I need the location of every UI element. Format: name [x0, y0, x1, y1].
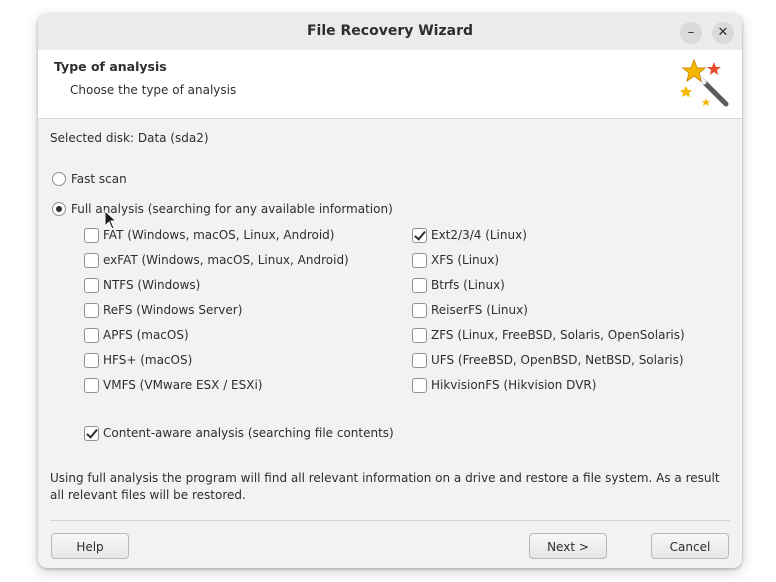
ext234-label[interactable]: Ext2/3/4 (Linux) — [431, 228, 527, 242]
hfsplus-label[interactable]: HFS+ (macOS) — [103, 353, 192, 367]
ufs-checkbox[interactable] — [412, 353, 427, 368]
fast-scan-label[interactable]: Fast scan — [71, 172, 127, 186]
reiserfs-checkbox[interactable] — [412, 303, 427, 318]
fat-checkbox[interactable] — [84, 228, 99, 243]
btrfs-label[interactable]: Btrfs (Linux) — [431, 278, 505, 292]
content-aware-checkbox[interactable] — [84, 426, 99, 441]
btrfs-checkbox[interactable] — [412, 278, 427, 293]
step-title: Type of analysis — [54, 59, 167, 74]
exfat-checkbox[interactable] — [84, 253, 99, 268]
wizard-header: Type of analysis Choose the type of anal… — [38, 50, 742, 119]
ufs-label[interactable]: UFS (FreeBSD, OpenBSD, NetBSD, Solaris) — [431, 353, 684, 367]
file-recovery-wizard-window: File Recovery Wizard – ✕ Type of analysi… — [38, 14, 742, 568]
apfs-checkbox[interactable] — [84, 328, 99, 343]
next-button[interactable]: Next > — [529, 533, 607, 559]
minimize-button[interactable]: – — [680, 22, 702, 44]
apfs-label[interactable]: APFS (macOS) — [103, 328, 189, 342]
full-analysis-label[interactable]: Full analysis (searching for any availab… — [71, 202, 393, 216]
fat-label[interactable]: FAT (Windows, macOS, Linux, Android) — [103, 228, 334, 242]
help-button[interactable]: Help — [51, 533, 129, 559]
hfsplus-checkbox[interactable] — [84, 353, 99, 368]
title-bar[interactable]: File Recovery Wizard – ✕ — [38, 14, 742, 50]
fast-scan-radio[interactable] — [52, 172, 66, 186]
cancel-button[interactable]: Cancel — [651, 533, 729, 559]
refs-checkbox[interactable] — [84, 303, 99, 318]
selected-disk-label: Selected disk: Data (sda2) — [50, 131, 209, 145]
window-title: File Recovery Wizard — [306, 23, 473, 39]
zfs-label[interactable]: ZFS (Linux, FreeBSD, Solaris, OpenSolari… — [431, 328, 685, 342]
info-text: Using full analysis the program will fin… — [50, 471, 720, 502]
footer-divider — [50, 520, 730, 521]
xfs-label[interactable]: XFS (Linux) — [431, 253, 499, 267]
xfs-checkbox[interactable] — [412, 253, 427, 268]
refs-label[interactable]: ReFS (Windows Server) — [103, 303, 242, 317]
ntfs-label[interactable]: NTFS (Windows) — [103, 278, 200, 292]
exfat-label[interactable]: exFAT (Windows, macOS, Linux, Android) — [103, 253, 349, 267]
ntfs-checkbox[interactable] — [84, 278, 99, 293]
ext234-checkbox[interactable] — [412, 228, 427, 243]
zfs-checkbox[interactable] — [412, 328, 427, 343]
content-aware-label[interactable]: Content-aware analysis (searching file c… — [103, 426, 394, 440]
mouse-pointer-icon — [104, 210, 118, 230]
step-subtitle: Choose the type of analysis — [70, 83, 237, 97]
hikvisionfs-label[interactable]: HikvisionFS (Hikvision DVR) — [431, 378, 596, 392]
hikvisionfs-checkbox[interactable] — [412, 378, 427, 393]
magic-wand-icon — [680, 58, 729, 107]
reiserfs-label[interactable]: ReiserFS (Linux) — [431, 303, 528, 317]
close-button[interactable]: ✕ — [712, 22, 734, 44]
vmfs-label[interactable]: VMFS (VMware ESX / ESXi) — [103, 378, 263, 392]
vmfs-checkbox[interactable] — [84, 378, 99, 393]
full-analysis-radio[interactable] — [52, 202, 66, 216]
